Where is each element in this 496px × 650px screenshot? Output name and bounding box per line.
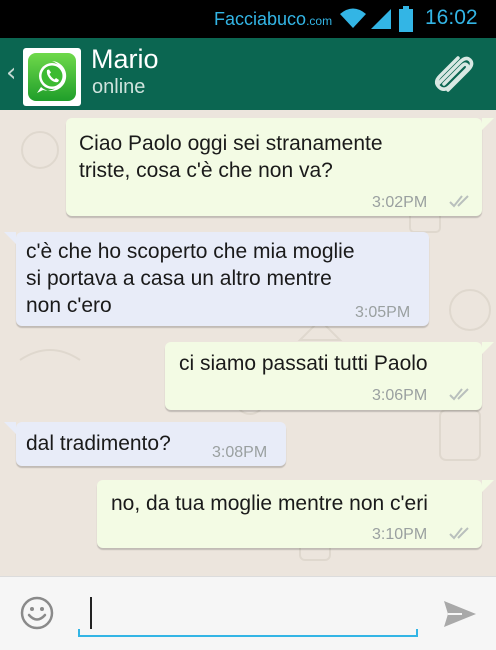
watermark-tld: .com <box>306 14 333 28</box>
bubble-tail <box>4 232 16 244</box>
bubble-tail <box>482 118 494 130</box>
signal-icon <box>371 9 391 29</box>
input-edge-left <box>78 629 80 637</box>
message-time: 3:10PM <box>372 526 428 543</box>
message-time: 3:02PM <box>372 194 428 211</box>
message-text: no, da tua moglie mentre non c'eri <box>111 492 428 515</box>
text-cursor <box>90 597 92 629</box>
message-time: 3:08PM <box>212 444 268 461</box>
avatar[interactable] <box>23 48 81 106</box>
watermark: Facciabuco.com <box>214 9 332 30</box>
message-text: ci siamo passati tutti Paolo <box>179 352 428 375</box>
composer <box>0 576 496 650</box>
clock: 16:02 <box>425 6 478 29</box>
double-check-icon <box>449 527 469 540</box>
message-bubble-incoming[interactable]: dal tradimento? 3:08PM <box>16 422 286 466</box>
message-bubble-outgoing[interactable]: Ciao Paolo oggi sei stranamente triste, … <box>66 118 482 216</box>
message-text: c'è che ho scoperto che mia moglie si po… <box>26 240 355 317</box>
bubble-tail <box>4 422 16 434</box>
double-check-icon <box>449 195 469 208</box>
contact-name[interactable]: Mario <box>91 44 159 75</box>
bubble-tail <box>482 480 494 492</box>
double-check-icon <box>449 388 469 401</box>
paperclip-icon[interactable] <box>430 54 476 94</box>
message-bubble-outgoing[interactable]: no, da tua moglie mentre non c'eri 3:10P… <box>97 480 482 548</box>
contact-status: online <box>92 76 146 98</box>
bubble-tail <box>482 342 494 354</box>
input-edge-right <box>416 629 418 637</box>
emoji-icon[interactable] <box>19 595 55 631</box>
message-bubble-incoming[interactable]: c'è che ho scoperto che mia moglie si po… <box>16 232 429 326</box>
back-icon[interactable]: ‹ <box>6 58 16 88</box>
send-icon[interactable] <box>442 599 478 629</box>
message-time: 3:06PM <box>372 387 428 404</box>
message-input[interactable] <box>78 593 418 637</box>
battery-icon <box>399 6 413 32</box>
message-text: dal tradimento? <box>26 432 171 455</box>
whatsapp-avatar-icon <box>28 53 76 101</box>
message-bubble-outgoing[interactable]: ci siamo passati tutti Paolo 3:06PM <box>165 342 482 410</box>
status-bar: Facciabuco.com 16:02 <box>0 0 496 38</box>
message-text: Ciao Paolo oggi sei stranamente triste, … <box>79 132 383 182</box>
message-time: 3:05PM <box>355 304 411 321</box>
watermark-main: Facciabuco <box>214 9 307 29</box>
wifi-icon <box>340 8 366 28</box>
conversation[interactable]: Ciao Paolo oggi sei stranamente triste, … <box>0 110 496 576</box>
chat-header: ‹ Mario online <box>0 38 496 110</box>
